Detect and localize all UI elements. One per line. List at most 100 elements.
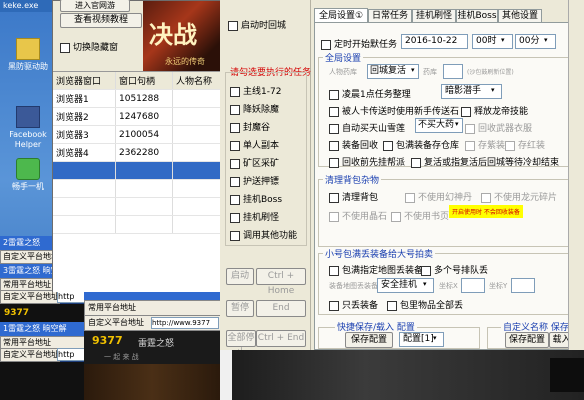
start-button[interactable]: 启动 bbox=[226, 268, 254, 285]
custom-address-label: 自定义平台地址 bbox=[88, 318, 144, 327]
stop-all-button[interactable]: 全部停止 bbox=[226, 330, 256, 358]
task-item[interactable]: 单人副本 bbox=[230, 138, 279, 151]
side-window-edge bbox=[568, 0, 584, 350]
recycle-weapons-option[interactable]: 回收武器衣服 bbox=[465, 121, 532, 134]
phone-icon bbox=[16, 158, 40, 180]
table-row[interactable] bbox=[53, 215, 221, 234]
hide-window-checkbox[interactable] bbox=[60, 42, 70, 53]
tab-other-settings[interactable]: 其他设置 bbox=[498, 9, 542, 23]
game-logo: 决战 bbox=[149, 20, 197, 49]
desktop-icon-phone[interactable]: 畅手一机 bbox=[2, 158, 54, 192]
desktop-icon-driver[interactable]: 黑防驱动助 bbox=[2, 38, 54, 72]
coord-y-label: 坐标Y bbox=[489, 282, 508, 290]
start-hotkey-field[interactable]: Ctrl + Home bbox=[256, 268, 306, 296]
chevron-down-icon[interactable]: ▾ bbox=[455, 120, 459, 128]
chevron-down-icon[interactable]: ▾ bbox=[411, 66, 415, 74]
startup-return-label: 启动时回城 bbox=[241, 21, 287, 31]
desktop-top-text: keke.exe bbox=[0, 0, 58, 12]
banner-game-title: 雷霆之怒 bbox=[138, 339, 175, 349]
address-input[interactable]: http bbox=[57, 348, 85, 361]
chevron-down-icon[interactable]: ▾ bbox=[544, 36, 548, 44]
task-column: 启动时回城 请勾选要执行的任务 主线1-72 降妖除魔 封魔谷 单人副本 矿区采… bbox=[220, 0, 311, 358]
dragon-skill-option[interactable]: 释放龙帝技能 bbox=[461, 104, 528, 117]
chevron-down-icon[interactable]: ▾ bbox=[433, 334, 437, 342]
task-item[interactable]: 挂机刷怪 bbox=[230, 210, 279, 223]
task-item[interactable]: 护送押镖 bbox=[230, 174, 279, 187]
chevron-down-icon[interactable]: ▾ bbox=[491, 86, 495, 94]
taskbar-window-title[interactable]: 1雷霆之怒 晌空解 bbox=[0, 322, 87, 336]
clean-opt-4[interactable]: 不使用书页 bbox=[391, 209, 449, 222]
task-item[interactable]: 矿区采矿 bbox=[230, 156, 279, 169]
table-row[interactable]: 浏览器2 1247680 bbox=[53, 107, 221, 126]
clean-bag-option[interactable]: 清理背包 bbox=[329, 190, 378, 203]
coord-y-input[interactable] bbox=[511, 278, 535, 293]
config-slot-select[interactable]: 配置[1] bbox=[399, 332, 444, 347]
window-edge bbox=[220, 350, 232, 400]
task-item[interactable]: 调用其他功能 bbox=[230, 228, 297, 241]
hide-window-option[interactable]: 切换隐藏窗 bbox=[60, 40, 118, 53]
recycle-option[interactable]: 装备回收 bbox=[329, 138, 378, 151]
game-logo-banner: 决战 永远的传奇 bbox=[143, 1, 221, 71]
task-item[interactable]: 封魔谷 bbox=[230, 120, 270, 133]
desktop-icon-facebook[interactable]: Facebook Helper bbox=[2, 106, 54, 150]
package-option[interactable]: 包满装备存仓库 bbox=[383, 138, 459, 151]
clean-opt-3[interactable]: 不使用晶石 bbox=[329, 209, 387, 222]
tutorial-button[interactable]: 查看视频教程 bbox=[60, 13, 142, 28]
store-purple-option[interactable]: 存紫装 bbox=[465, 138, 505, 151]
column-header-window[interactable]: 浏览器窗口 bbox=[53, 72, 116, 90]
store-red-option[interactable]: 存红装 bbox=[505, 138, 545, 151]
cell-name bbox=[172, 143, 221, 162]
minute-select[interactable]: 00分 bbox=[515, 34, 556, 49]
timer-option[interactable]: 定时开始默任务 bbox=[321, 37, 397, 50]
auto-buy-option[interactable]: 自动买天山雪莲 bbox=[329, 121, 405, 134]
startup-return-checkbox[interactable] bbox=[228, 20, 238, 31]
table-row[interactable]: 浏览器1 1051288 bbox=[53, 89, 221, 108]
tab-global-settings[interactable]: 全局设置① bbox=[314, 8, 368, 23]
map-drop-option[interactable]: 包满指定地图丢装备 bbox=[329, 263, 423, 276]
save-config-button[interactable]: 保存配置 bbox=[345, 332, 393, 348]
table-row-selected[interactable] bbox=[53, 161, 221, 180]
table-row[interactable]: 浏览器4 2362280 bbox=[53, 143, 221, 162]
save-config-button-2[interactable]: 保存配置 bbox=[505, 332, 549, 348]
column-header-name[interactable]: 人物名称 bbox=[172, 72, 221, 90]
clean-opt-2[interactable]: 不使用龙元碎片 bbox=[481, 190, 557, 203]
cell-handle: 1247680 bbox=[115, 107, 173, 126]
tab-grind-boss[interactable]: 挂机Boss bbox=[456, 9, 498, 23]
hour-select[interactable]: 00时 bbox=[472, 34, 513, 49]
task-item[interactable]: 降妖除魔 bbox=[230, 102, 279, 115]
table-row[interactable]: 浏览器3 2100054 bbox=[53, 125, 221, 144]
chevron-down-icon[interactable]: ▾ bbox=[501, 36, 505, 44]
table-row[interactable] bbox=[53, 179, 221, 198]
hide-window-label: 切换隐藏窗 bbox=[73, 43, 119, 53]
daily-option[interactable]: 凌晨1点任务整理 bbox=[329, 87, 411, 100]
column-header-handle[interactable]: 窗口句柄 bbox=[115, 72, 173, 90]
task-item[interactable]: 主线1-72 bbox=[230, 84, 281, 97]
hp-input[interactable] bbox=[443, 64, 463, 79]
cell-name bbox=[172, 89, 221, 108]
tab-grind-monsters[interactable]: 挂机刷怪 bbox=[412, 9, 456, 23]
transfer-option[interactable]: 被人卡传送时使用新手传送石 bbox=[329, 104, 459, 117]
queue-drop-option[interactable]: 多个号排队丢 bbox=[421, 263, 488, 276]
guild-option[interactable]: 回收前先挂帮派 bbox=[329, 155, 405, 168]
only-drop-option[interactable]: 只丢装备 bbox=[329, 298, 378, 311]
enter-site-button[interactable]: 进入官网游 bbox=[60, 0, 130, 12]
desktop-icon-label: 畅手一机 bbox=[12, 182, 44, 191]
pause-button[interactable]: 暂停 bbox=[226, 300, 254, 317]
startup-return-option[interactable]: 启动时回城 bbox=[228, 18, 286, 31]
revive-option[interactable]: 复活或指复活后回城等待冷却结束 bbox=[411, 155, 559, 168]
stop-all-hotkey-field[interactable]: Ctrl + End bbox=[256, 330, 306, 347]
date-picker[interactable]: 2016-10-22 bbox=[401, 34, 468, 49]
banner-brand: 9377 bbox=[0, 304, 88, 322]
pause-hotkey-field[interactable]: End bbox=[256, 300, 306, 317]
table-row[interactable] bbox=[53, 197, 221, 216]
coord-x-input[interactable] bbox=[461, 278, 485, 293]
task-item[interactable]: 挂机Boss bbox=[230, 192, 282, 205]
drop-all-option[interactable]: 包里物品全部丢 bbox=[387, 298, 463, 311]
address-input[interactable]: http://www.9377 bbox=[151, 317, 219, 329]
browser-table: 浏览器窗口 窗口句柄 人物名称 浏览器1 1051288 浏览器2 124768… bbox=[53, 71, 221, 292]
chevron-down-icon[interactable]: ▾ bbox=[423, 280, 427, 288]
game-logo-subtitle: 永远的传奇 bbox=[165, 57, 205, 66]
small-group-title: 小号包满丢装备给大号拍卖 bbox=[323, 247, 436, 260]
clean-opt-1[interactable]: 不使用幻神丹 bbox=[405, 190, 472, 203]
tab-daily-tasks[interactable]: 日常任务 bbox=[368, 9, 412, 23]
